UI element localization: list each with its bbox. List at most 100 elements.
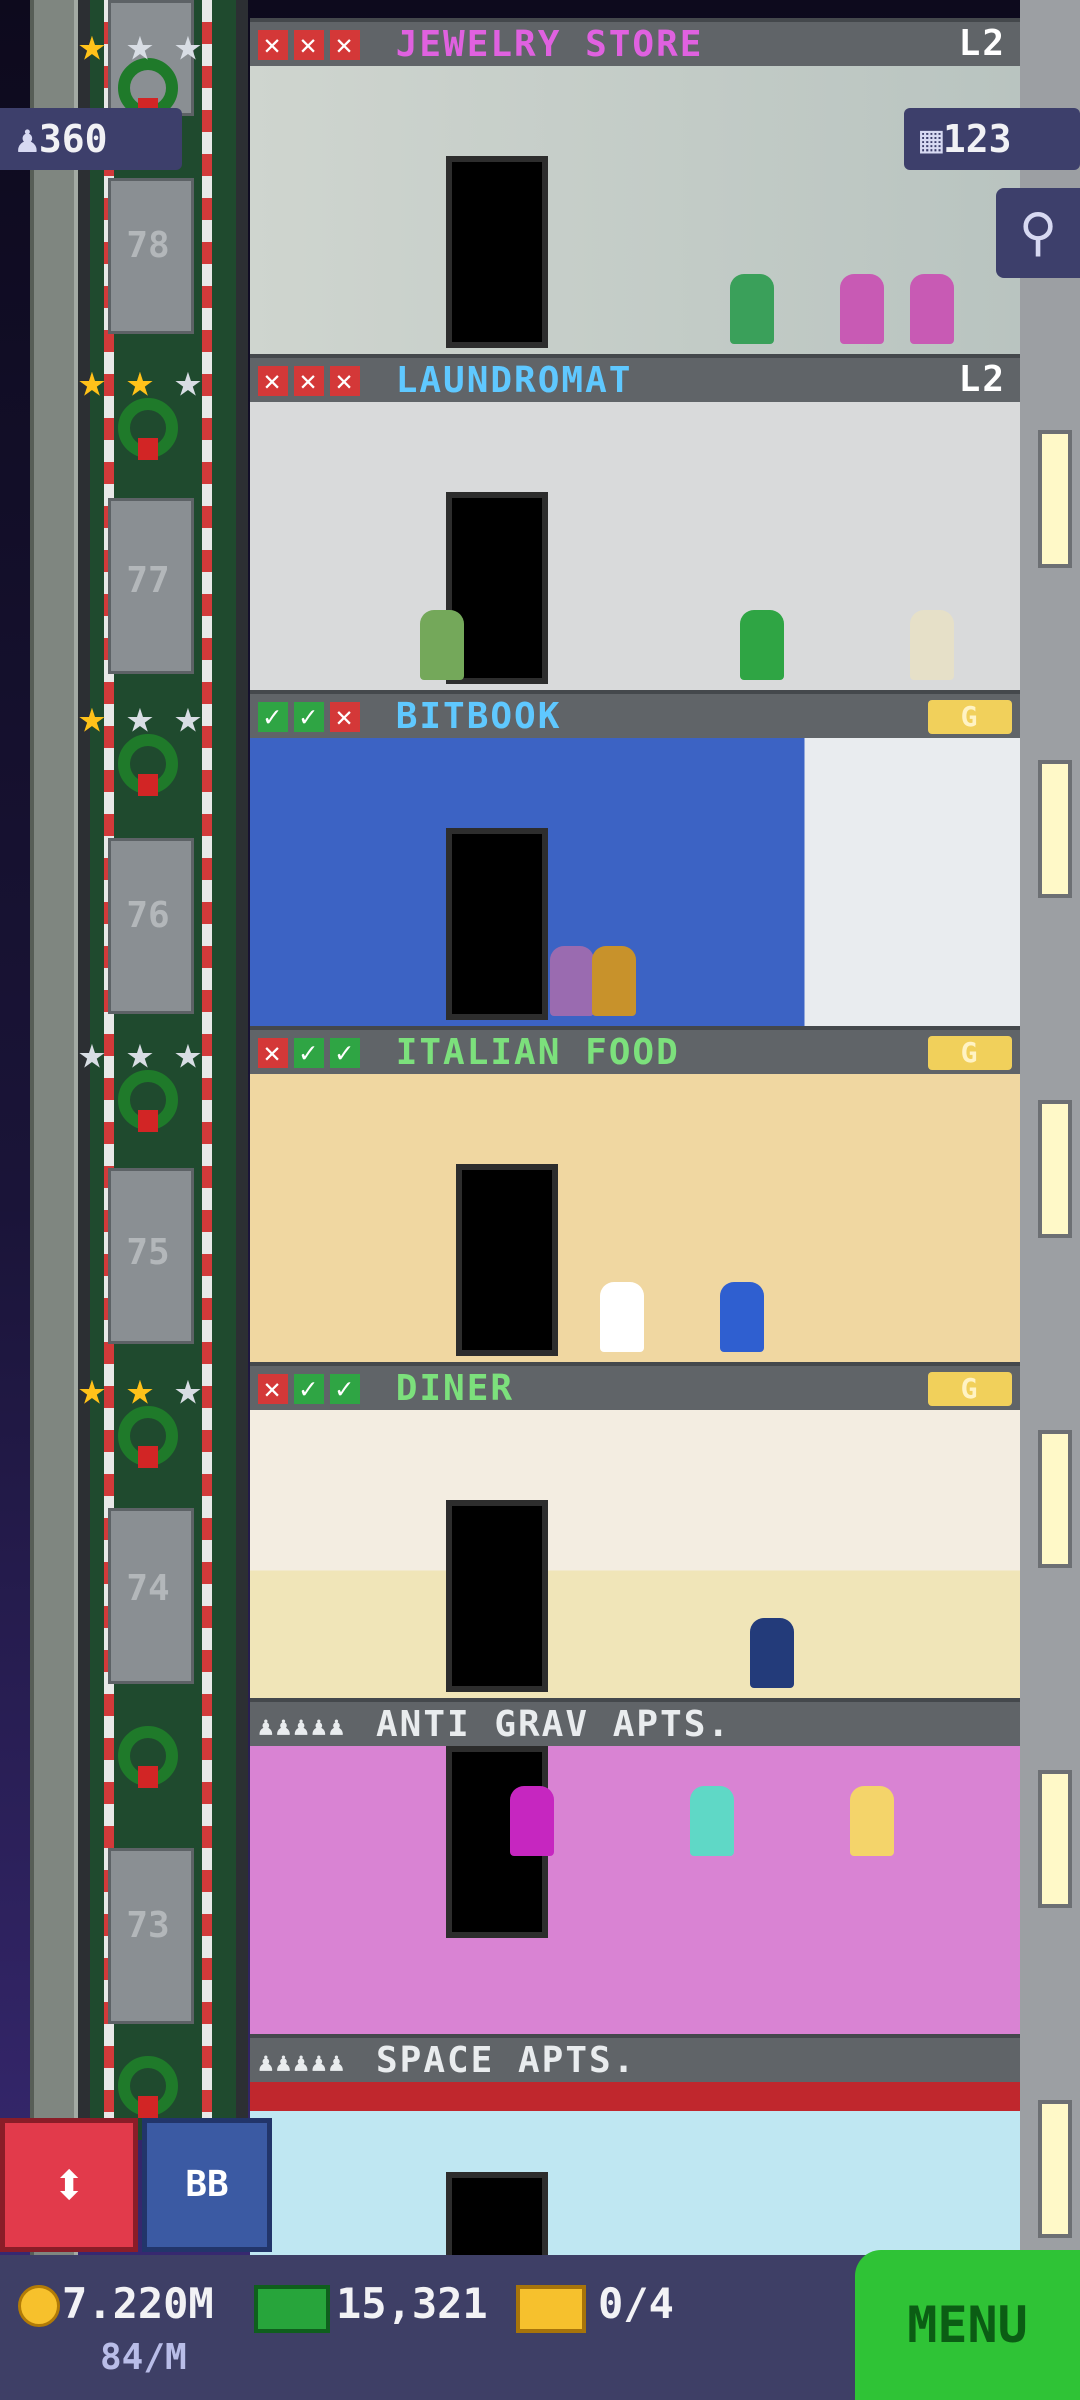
floor-status-marks: ✕ ✓ ✓ bbox=[258, 1030, 366, 1074]
floors-count-value: 123 bbox=[942, 117, 1012, 161]
building-icon: ▦ bbox=[920, 117, 943, 161]
cross-icon: ✕ bbox=[294, 366, 324, 396]
floor-stars: ★ ★ ★ bbox=[70, 1025, 210, 1079]
floor-status-marks: ✕ ✕ ✕ bbox=[258, 22, 366, 66]
floor-italian-food[interactable]: ✕ ✓ ✓ ITALIAN FOOD G bbox=[250, 1026, 1020, 1366]
floor-level-badge: G bbox=[928, 700, 1012, 734]
floor-number: 78 bbox=[126, 225, 170, 266]
resident-sprite bbox=[420, 610, 464, 680]
floor-anti-grav-apts[interactable]: ♟♟♟♟♟ ANTI GRAV APTS. bbox=[250, 1698, 1020, 2038]
silver-star-icon: ★ bbox=[126, 689, 154, 743]
resident-sprite bbox=[550, 946, 594, 1016]
coins-value: 7.220M bbox=[62, 2279, 214, 2328]
floor-level-badge: G bbox=[928, 1372, 1012, 1406]
population-counter[interactable]: ♟360 bbox=[0, 108, 182, 170]
resident-sprite bbox=[600, 1282, 644, 1352]
floor-jewelry-store[interactable]: ✕ ✕ ✕ JEWELRY STORE L2 bbox=[250, 18, 1020, 358]
check-icon: ✓ bbox=[294, 1038, 324, 1068]
room-door bbox=[446, 1500, 548, 1692]
floor-name: ITALIAN FOOD bbox=[395, 1032, 680, 1073]
cross-icon: ✕ bbox=[330, 702, 360, 732]
silver-star-icon: ★ bbox=[174, 689, 202, 743]
floor-stars: ★ ★ ★ bbox=[70, 17, 210, 71]
floor-name: BITBOOK bbox=[395, 696, 562, 737]
silver-star-icon: ★ bbox=[78, 1025, 106, 1079]
resident-sprite bbox=[910, 610, 954, 680]
resident-sprite bbox=[840, 274, 884, 344]
population-value: 360 bbox=[38, 117, 108, 161]
floor-status-marks: ✕ ✕ ✕ bbox=[258, 358, 366, 402]
tower-scene[interactable]: 78 77 76 75 74 73 ★ ★ ★ ★ ★ ★ ★ ★ ★ ★ ★ … bbox=[0, 0, 1080, 2400]
wreath-icon bbox=[108, 1720, 188, 1800]
floor-name: DINER bbox=[395, 1368, 515, 1409]
floor-name: LAUNDROMAT bbox=[395, 360, 633, 401]
silver-star-icon: ★ bbox=[174, 1025, 202, 1079]
floor-level-badge: L2 bbox=[958, 23, 1006, 64]
floor-label: ✓ ✓ ✕ BITBOOK G bbox=[250, 694, 1020, 738]
floor-number: 77 bbox=[126, 560, 170, 601]
floor-status-marks: ✓ ✓ ✕ bbox=[258, 694, 366, 738]
room-door bbox=[446, 156, 548, 348]
magnifier-icon[interactable]: ⚲ bbox=[996, 188, 1080, 278]
resident-slots: ♟♟♟♟♟ bbox=[258, 2048, 347, 2078]
ticket-icon bbox=[516, 2285, 586, 2333]
resident-sprite bbox=[592, 946, 636, 1016]
silver-star-icon: ★ bbox=[126, 1025, 154, 1079]
wall-window bbox=[1038, 2100, 1072, 2238]
floor-label: ✕ ✓ ✓ DINER G bbox=[250, 1366, 1020, 1410]
floor-label: ♟♟♟♟♟ SPACE APTS. bbox=[250, 2038, 1020, 2082]
wall-window bbox=[1038, 1770, 1072, 1908]
gold-star-icon: ★ bbox=[78, 1361, 106, 1415]
cross-icon: ✕ bbox=[330, 30, 360, 60]
floors-counter[interactable]: ▦123 bbox=[904, 108, 1080, 170]
person-icon: ♟ bbox=[16, 117, 39, 161]
cross-icon: ✕ bbox=[258, 366, 288, 396]
room-interior bbox=[250, 1746, 1020, 2038]
floor-name: SPACE APTS. bbox=[375, 2040, 637, 2081]
wall-window bbox=[1038, 1430, 1072, 1568]
coin-rate-value: 84/M bbox=[100, 2337, 187, 2378]
room-interior bbox=[250, 1410, 1020, 1702]
room-interior bbox=[250, 738, 1020, 1030]
wall-window bbox=[1038, 430, 1072, 568]
bitbook-button[interactable]: BB bbox=[142, 2118, 272, 2252]
floor-label: ♟♟♟♟♟ ANTI GRAV APTS. bbox=[250, 1702, 1020, 1746]
cross-icon: ✕ bbox=[258, 30, 288, 60]
floor-name: ANTI GRAV APTS. bbox=[375, 1704, 732, 1745]
cross-icon: ✕ bbox=[330, 366, 360, 396]
up-down-arrows-icon: ⬍ bbox=[50, 2150, 88, 2220]
floor-bitbook[interactable]: ✓ ✓ ✕ BITBOOK G bbox=[250, 690, 1020, 1030]
cross-icon: ✕ bbox=[258, 1038, 288, 1068]
elevator-rail bbox=[236, 0, 248, 2140]
floor-number: 76 bbox=[126, 895, 170, 936]
bux-icon bbox=[254, 2285, 330, 2333]
coin-icon bbox=[18, 2285, 60, 2327]
floor-laundromat[interactable]: ✕ ✕ ✕ LAUNDROMAT L2 bbox=[250, 354, 1020, 694]
room-door bbox=[446, 828, 548, 1020]
resident-sprite bbox=[510, 1786, 554, 1856]
gold-star-icon: ★ bbox=[126, 353, 154, 407]
floor-label: ✕ ✕ ✕ LAUNDROMAT L2 bbox=[250, 358, 1020, 402]
resident-sprite bbox=[850, 1786, 894, 1856]
silver-star-icon: ★ bbox=[126, 17, 154, 71]
bux-value: 15,321 bbox=[336, 2279, 488, 2328]
floor-level-badge: L2 bbox=[958, 359, 1006, 400]
room-interior bbox=[250, 402, 1020, 694]
resident-sprite bbox=[730, 274, 774, 344]
floor-diner[interactable]: ✕ ✓ ✓ DINER G bbox=[250, 1362, 1020, 1702]
cross-icon: ✕ bbox=[294, 30, 324, 60]
silver-star-icon: ★ bbox=[174, 353, 202, 407]
check-icon: ✓ bbox=[294, 1374, 324, 1404]
silver-star-icon: ★ bbox=[174, 1361, 202, 1415]
floor-number: 73 bbox=[126, 1905, 170, 1946]
elevator-button[interactable]: ⬍ bbox=[0, 2118, 138, 2252]
menu-button[interactable]: MENU bbox=[855, 2250, 1080, 2400]
check-icon: ✓ bbox=[330, 1038, 360, 1068]
room-interior bbox=[250, 1074, 1020, 1366]
gold-star-icon: ★ bbox=[78, 17, 106, 71]
resident-sprite bbox=[720, 1282, 764, 1352]
floor-level-badge: G bbox=[928, 1036, 1012, 1070]
floor-number: 74 bbox=[126, 1568, 170, 1609]
resident-sprite bbox=[750, 1618, 794, 1688]
floor-number: 75 bbox=[126, 1232, 170, 1273]
